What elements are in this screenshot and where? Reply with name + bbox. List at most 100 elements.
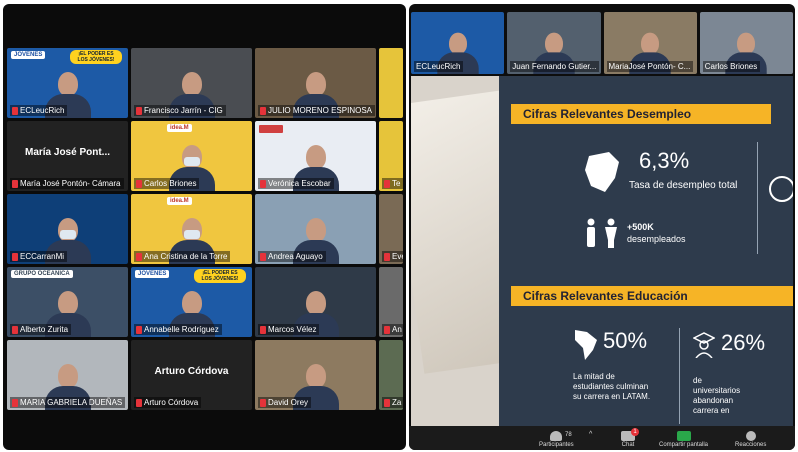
participant-name-label: María José Pontón- Cámara (10, 178, 124, 189)
share-screen-button[interactable]: Compartir pantalla (659, 431, 708, 448)
participant-tile[interactable]: Eve (379, 194, 403, 264)
participant-tile[interactable]: Marcos Vélez (255, 267, 376, 337)
participant-name: JULIO MORENO ESPINOSA (267, 106, 372, 115)
participant-name: Marcos Vélez (268, 325, 317, 334)
chat-label: Chat (621, 442, 635, 448)
right-shared-screen-view: ECLeucRich Juan Fernando Gutier... MariaJo… (409, 4, 795, 450)
participant-display-name: María José Pont... (24, 147, 111, 158)
idea-logo: idea.M (167, 124, 192, 132)
participant-tile[interactable]: ECCarranMi (7, 194, 128, 264)
participant-tile[interactable]: Francisco Jarrín - CIG (131, 48, 252, 118)
cut-off-circle-icon (769, 176, 793, 202)
share-screen-label: Compartir pantalla (659, 442, 709, 448)
participant-name: ECLeucRich (416, 62, 461, 71)
muted-mic-icon (384, 252, 390, 261)
participant-tile[interactable]: Za (379, 340, 403, 410)
speaker-thumbnails: ECLeucRich Juan Fernando Gutier... MariaJo… (411, 12, 793, 74)
muted-mic-icon (12, 106, 18, 115)
muted-mic-icon (12, 179, 18, 188)
muted-mic-icon (260, 179, 266, 188)
participant-name-label: David Orey (258, 397, 312, 408)
participant-tile[interactable]: JULIO MORENO ESPINOSA (255, 48, 376, 118)
muted-mic-icon (136, 106, 142, 115)
participant-name: Carlos Briones (144, 179, 197, 188)
muted-mic-icon (384, 325, 390, 334)
muted-mic-icon (136, 398, 142, 407)
participant-tile[interactable]: GRUPO OCEANICA Alberto Zurita (7, 267, 128, 337)
meeting-toolbar: Participantes 78 ^ Chat 1 Compartir pant… (409, 426, 795, 450)
participant-tile[interactable]: MARIA GABRIELA DUEÑAS (7, 340, 128, 410)
participant-tile[interactable]: idea.M Ana Cristina de la Torre (131, 194, 252, 264)
participant-name-label: Francisco Jarrín - CIG (134, 105, 226, 116)
participant-name-label: ECCarranMi (10, 251, 68, 262)
muted-mic-icon (260, 252, 266, 261)
participant-tile[interactable]: JÓVENES ¡EL PODER ES LOS JÓVENES! ECLeucRi… (7, 48, 128, 118)
speaker-thumbnail[interactable]: Carlos Briones (699, 12, 793, 74)
muted-mic-icon (260, 106, 266, 115)
participant-display-name: Arturo Córdova (154, 366, 229, 377)
jovenes-logo: JÓVENES (11, 51, 46, 59)
people-icon (587, 218, 617, 248)
participant-name: Te (392, 179, 401, 188)
participant-grid: JÓVENES ¡EL PODER ES LOS JÓVENES! ECLeucRi… (7, 48, 403, 410)
unemployed-count: +500K (627, 222, 654, 232)
participant-name-label: Ana Cristina de la Torre (134, 251, 231, 262)
participant-tile[interactable]: An (379, 267, 403, 337)
participant-tile[interactable]: David Orey (255, 340, 376, 410)
participant-name-label: Juan Fernando Gutier... (510, 61, 600, 72)
participant-name-label: Marcos Vélez (258, 324, 320, 335)
participant-name-label: Za (382, 397, 403, 408)
participant-tile[interactable]: Arturo Córdova Arturo Córdova (131, 340, 252, 410)
participant-name: Carlos Briones (704, 62, 758, 71)
participant-tile[interactable]: idea.M Carlos Briones (131, 121, 252, 191)
participant-name: Francisco Jarrín - CIG (144, 106, 223, 115)
participant-name: Verónica Escobar (268, 179, 331, 188)
unemployment-rate-label: Tasa de desempleo total (629, 180, 738, 191)
participant-name: ECLeucRich (20, 106, 65, 115)
participant-tile[interactable]: Verónica Escobar (255, 121, 376, 191)
participant-name-label: Carlos Briones (702, 61, 761, 72)
participant-name: MARIA GABRIELA DUEÑAS (20, 398, 123, 407)
participant-name-label: ECLeucRich (10, 105, 68, 116)
participant-tile[interactable]: JÓVENES ¡EL PODER ES LOS JÓVENES! Annabell… (131, 267, 252, 337)
participants-icon (550, 431, 563, 441)
oceanica-logo: GRUPO OCEANICA (11, 270, 73, 278)
participant-name-label: An (382, 324, 403, 335)
muted-mic-icon (260, 398, 266, 407)
participant-name-label: Eve (382, 251, 403, 262)
speaker-thumbnail[interactable]: Juan Fernando Gutier... (507, 12, 601, 74)
participant-tile[interactable]: Te (379, 121, 403, 191)
participant-tile[interactable]: María José Pont... María José Pontón- Cám… (7, 121, 128, 191)
reactions-button[interactable]: Reacciones (735, 431, 766, 448)
participant-tile[interactable] (379, 48, 403, 118)
student-icon (693, 332, 715, 358)
poder-jovenes-banner: ¡EL PODER ES LOS JÓVENES! (70, 50, 122, 64)
participant-name-label: Verónica Escobar (258, 178, 334, 189)
ecuador-map-icon (585, 152, 619, 192)
participant-name: Ana Cristina de la Torre (144, 252, 228, 261)
participant-name: An (392, 325, 402, 334)
unemployment-rate-value: 6,3% (639, 148, 690, 173)
participant-name: Alberto Zurita (20, 325, 69, 334)
share-screen-icon (676, 431, 691, 441)
participant-name-label: Alberto Zurita (10, 324, 72, 335)
latam-map-icon (575, 330, 597, 360)
unemployed-label: desempleados (627, 234, 686, 244)
muted-mic-icon (384, 398, 390, 407)
slide-divider-2 (679, 328, 680, 424)
left-video-gallery: JÓVENES ¡EL PODER ES LOS JÓVENES! ECLeucRi… (3, 4, 406, 450)
participant-name: Za (392, 398, 402, 407)
speaker-thumbnail[interactable]: ECLeucRich (411, 12, 505, 74)
muted-mic-icon (12, 398, 18, 407)
idea-logo: idea.M (167, 197, 192, 205)
dropout-rate-value: 26% (721, 330, 766, 355)
educacion-title: Cifras Relevantes Educación (511, 286, 793, 306)
graduation-rate-value: 50% (603, 328, 648, 353)
participant-tile[interactable]: Andrea Aguayo (255, 194, 376, 264)
speaker-thumbnail[interactable]: MariaJosé Pontón- C... (603, 12, 697, 74)
reactions-icon (745, 431, 756, 441)
muted-mic-icon (136, 179, 142, 188)
participant-name: Andrea Aguayo (268, 252, 323, 261)
chevron-up-icon[interactable]: ^ (589, 431, 592, 438)
slide-divider (757, 142, 758, 254)
